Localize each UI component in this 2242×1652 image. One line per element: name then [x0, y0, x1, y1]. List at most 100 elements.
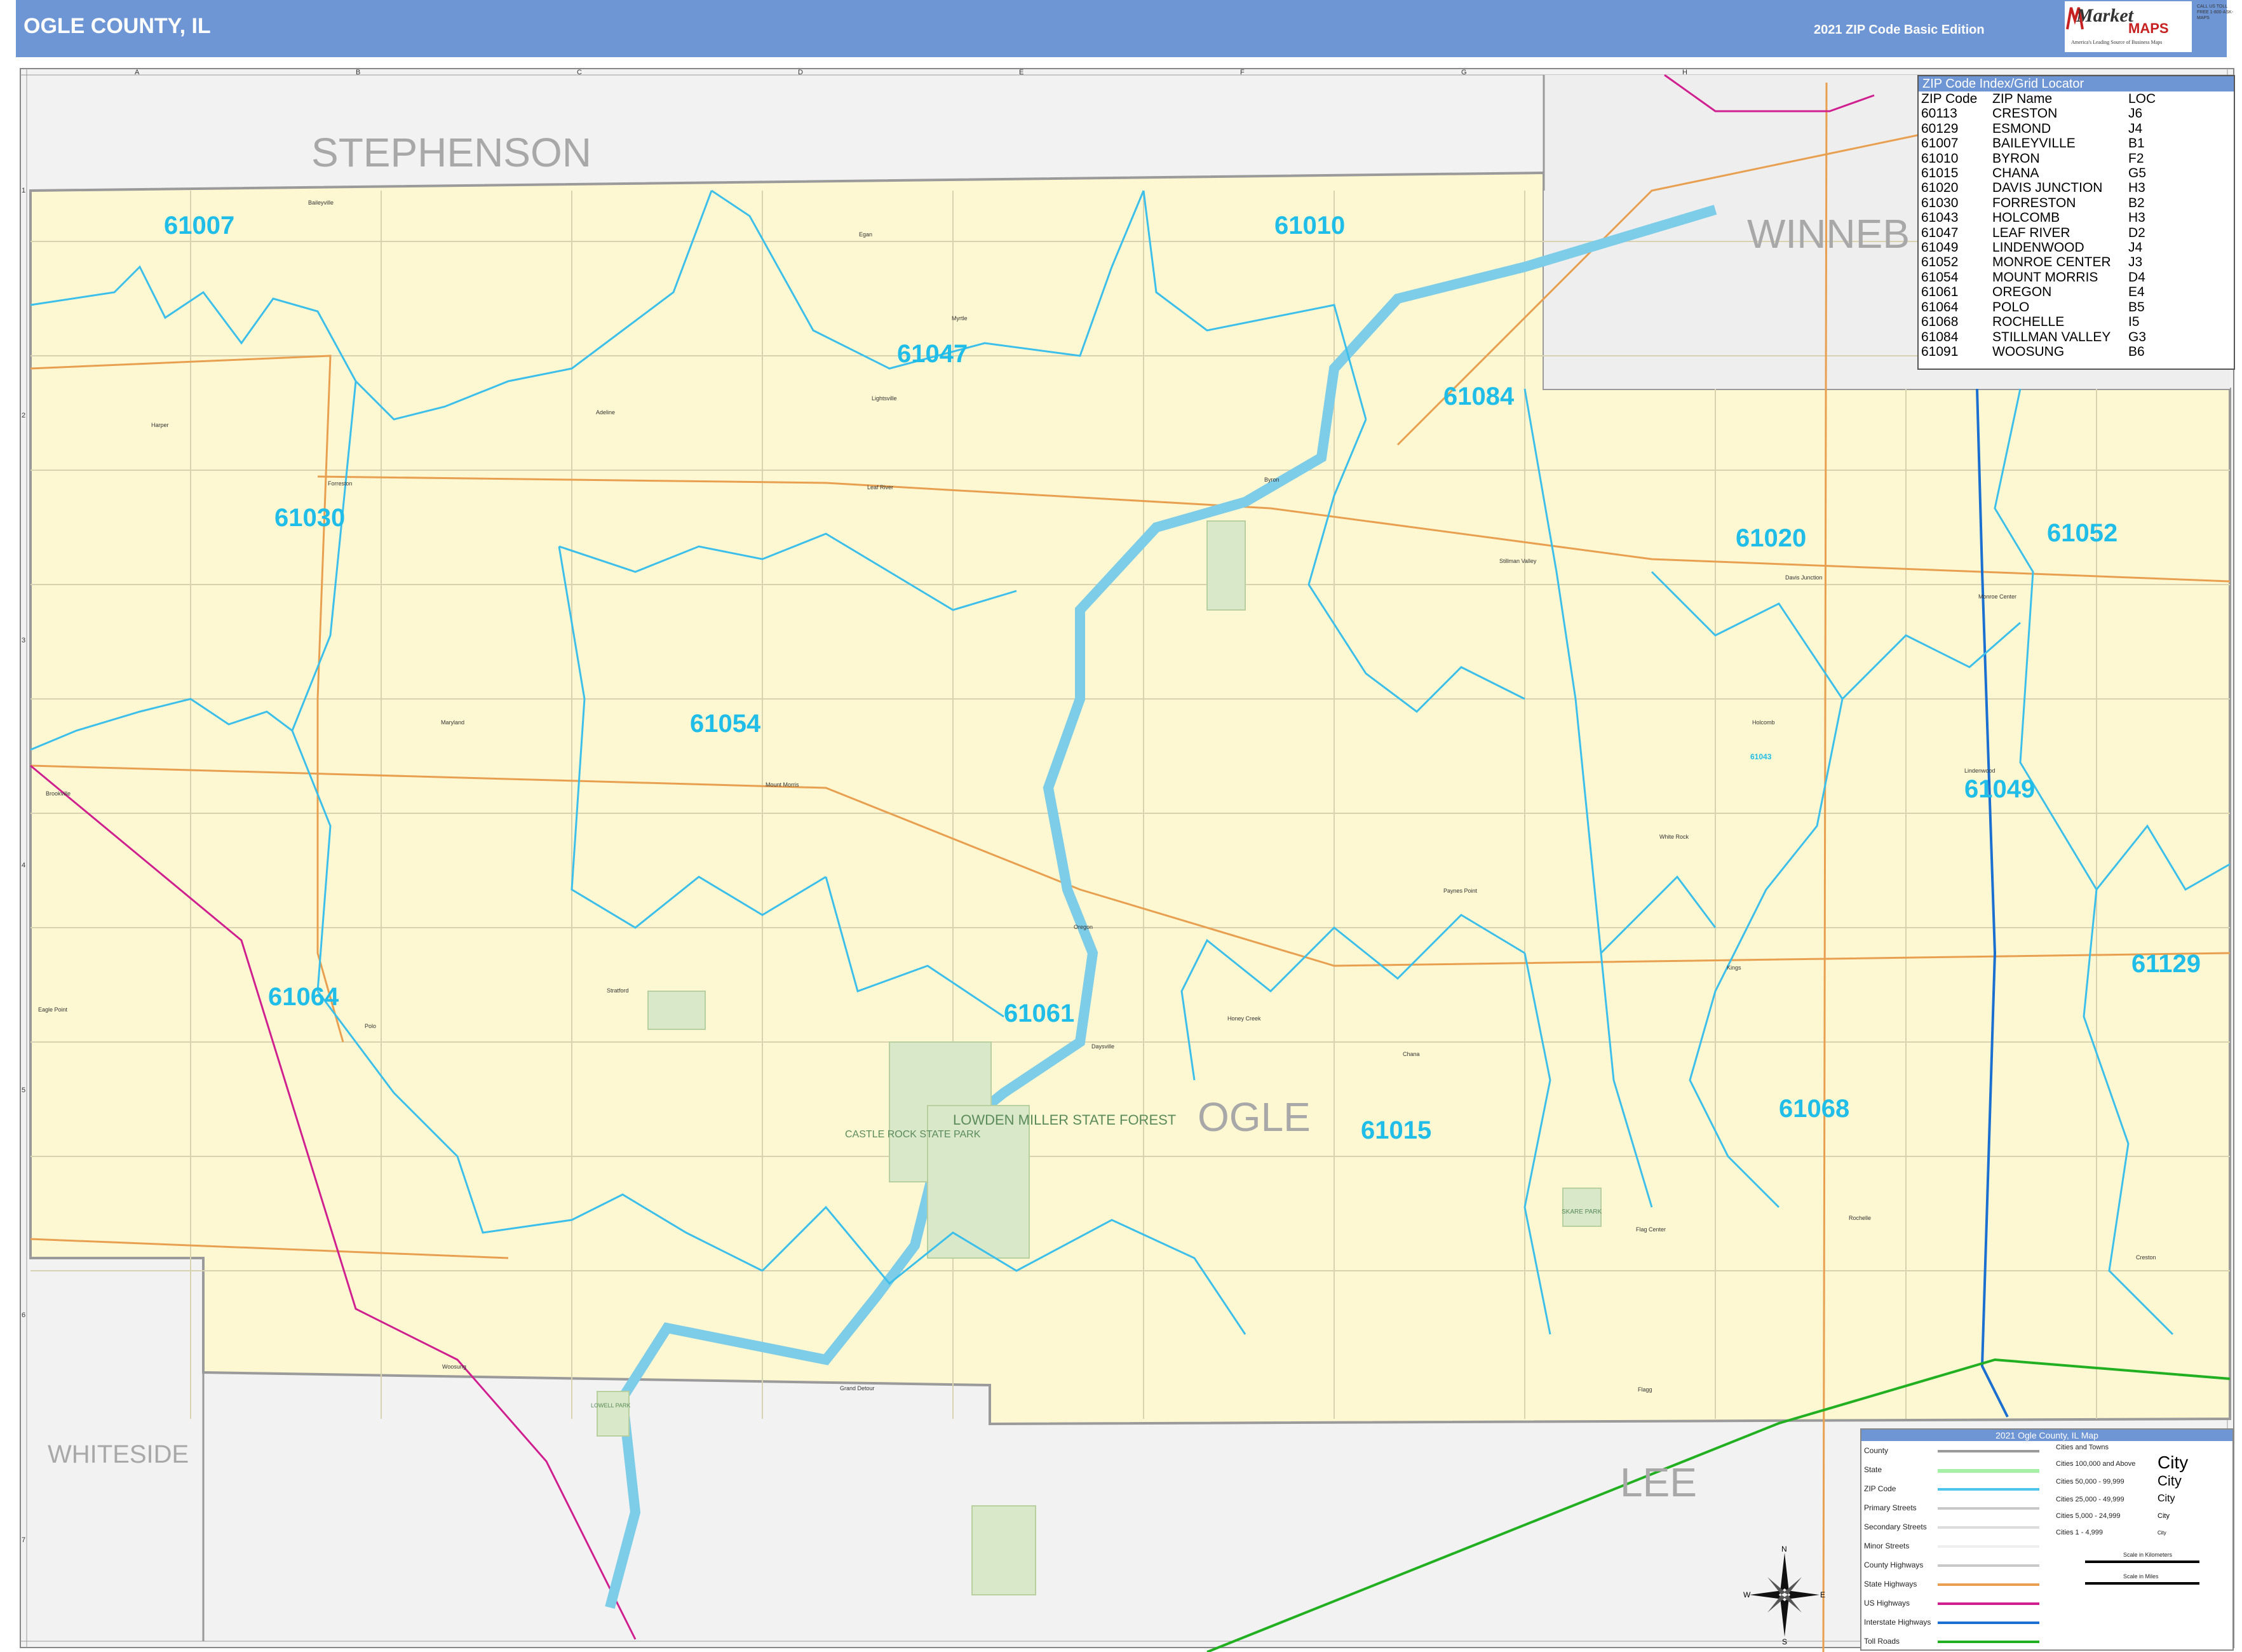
zip-index-row: 61064 POLO B5	[1921, 300, 2192, 315]
zip-label-61054: 61054	[690, 710, 761, 738]
town-label: Maryland	[441, 719, 464, 726]
zip-index-row: 61030 FORRESTON B2	[1921, 196, 2192, 210]
town-label: Flag Center	[1636, 1226, 1666, 1233]
zip-index-row: 61015 CHANA G5	[1921, 166, 2192, 180]
legend-city-class: Cities 1 - 4,999	[2056, 1529, 2103, 1536]
zip-label-61084: 61084	[1443, 383, 1515, 410]
legend-county: County	[1864, 1446, 1889, 1455]
zip-label-61015: 61015	[1361, 1116, 1431, 1144]
grid-col-h: H	[1682, 69, 1687, 76]
legend-city-sample: City	[2158, 1473, 2182, 1489]
zip-code: 61054	[1921, 269, 1959, 285]
zip-code: 60113	[1921, 106, 1957, 121]
zip-loc: I5	[2128, 315, 2140, 330]
zip-index-row: 61061 OREGON E4	[1921, 285, 2192, 299]
zip-name: WOOSUNG	[1992, 344, 2065, 359]
zip-loc: H3	[2128, 210, 2145, 226]
zip-index-row: 61047 LEAF RIVER D2	[1921, 226, 2192, 240]
legend-state-highways: State Highways	[1864, 1580, 1917, 1588]
zip-label-61047: 61047	[897, 340, 968, 368]
zip-name: MOUNT MORRIS	[1992, 269, 2098, 285]
town-label: Holcomb	[1752, 719, 1775, 726]
zip-loc: D4	[2128, 269, 2145, 285]
zip-code: 61064	[1921, 299, 1959, 315]
legend-county-highways: County Highways	[1864, 1561, 1924, 1569]
county-label-stephenson: STEPHENSON	[311, 130, 591, 175]
town-label: Kings	[1727, 965, 1741, 971]
zip-code: 61030	[1921, 195, 1959, 210]
zip-label-61052: 61052	[2047, 519, 2117, 547]
grid-col-f: F	[1240, 69, 1245, 76]
town-label: Polo	[365, 1023, 376, 1029]
town-label: Stratford	[607, 987, 629, 994]
town-label: Davis Junction	[1785, 574, 1823, 581]
zip-loc: B2	[2128, 195, 2145, 210]
zip-loc: G3	[2128, 329, 2147, 344]
legend-us-hwy-swatch	[1938, 1602, 2039, 1605]
zip-index-row: 61049 LINDENWOOD J4	[1921, 240, 2192, 255]
grid-row-7: 7	[22, 1536, 26, 1544]
county-map: STEPHENSON WINNEB OGLE WHITESIDE LEE 610…	[20, 68, 2234, 1652]
town-label: Monroe Center	[1978, 593, 2016, 600]
town-label: Mount Morris	[766, 782, 799, 788]
zip-loc: E4	[2128, 285, 2145, 300]
zip-code: 60129	[1921, 121, 1959, 136]
zip-name: DAVIS JUNCTION	[1992, 180, 2103, 196]
town-label: Paynes Point	[1443, 888, 1478, 894]
zip-label-61068: 61068	[1779, 1095, 1849, 1123]
legend-secondary-streets: Secondary Streets	[1864, 1522, 1927, 1531]
zip-name: POLO	[1992, 299, 2030, 315]
zip-code: 61043	[1921, 210, 1959, 226]
town-label: Grand Detour	[840, 1385, 875, 1391]
compass-w: W	[1743, 1590, 1751, 1599]
town-label: Flagg	[1638, 1386, 1652, 1393]
zip-name: CHANA	[1992, 166, 2039, 181]
grid-col-c: C	[577, 69, 582, 76]
zip-label-61010: 61010	[1274, 212, 1345, 240]
zip-index-row: 60113 CRESTON J6	[1921, 106, 2192, 121]
zip-label-61030: 61030	[274, 504, 345, 532]
town-label: Baileyville	[308, 200, 334, 206]
zip-loc: J4	[2128, 121, 2143, 136]
legend-primary-swatch	[1938, 1507, 2039, 1510]
legend-city-sample: City	[2158, 1512, 2170, 1520]
compass-n: N	[1781, 1545, 1787, 1554]
legend-city-class: Cities 5,000 - 24,999	[2056, 1512, 2121, 1520]
zip-code: 61010	[1921, 151, 1959, 166]
grid-col-b: B	[356, 69, 361, 76]
zip-loc: B1	[2128, 136, 2145, 151]
zip-name: FORRESTON	[1992, 195, 2076, 210]
legend-state: State	[1864, 1465, 1882, 1474]
zip-label-61129: 61129	[2131, 950, 2201, 978]
legend-county-swatch	[1938, 1450, 2039, 1452]
map-legend: 2021 Ogle County, IL Map County State ZI…	[1860, 1428, 2234, 1651]
legend-scale-km-bar	[2085, 1561, 2199, 1563]
legend-city-sample: City	[2158, 1530, 2166, 1536]
town-label: Adeline	[596, 409, 615, 416]
legend-minor-streets: Minor Streets	[1864, 1541, 1910, 1550]
zip-index-row: 61054 MOUNT MORRIS D4	[1921, 270, 2192, 285]
legend-state-hwy-swatch	[1938, 1583, 2039, 1586]
town-label: Eagle Point	[38, 1006, 68, 1013]
town-label: Stillman Valley	[1499, 558, 1537, 564]
zip-code: 61049	[1921, 240, 1959, 255]
county-label-ogle: OGLE	[1198, 1094, 1311, 1140]
zip-index-row: 60129 ESMOND J4	[1921, 121, 2192, 136]
legend-county-hwy-swatch	[1938, 1564, 2039, 1567]
town-label: Byron	[1264, 477, 1280, 483]
grid-row-5: 5	[22, 1087, 26, 1094]
grid-row-3: 3	[22, 637, 26, 644]
town-label: Brookville	[46, 790, 71, 797]
zip-name: MONROE CENTER	[1992, 255, 2111, 270]
grid-col-e: E	[1019, 69, 1024, 76]
town-label: White Rock	[1659, 834, 1689, 840]
zip-loc: G5	[2128, 166, 2147, 181]
park-label-castle-rock: CASTLE ROCK STATE PARK	[845, 1129, 981, 1140]
grid-col-a: A	[135, 69, 140, 76]
zip-label-61049: 61049	[1964, 775, 2035, 803]
zip-loc: J4	[2128, 240, 2143, 255]
grid-row-1: 1	[22, 187, 26, 194]
grid-col-g: G	[1461, 69, 1467, 76]
zip-index-row: 61068 ROCHELLE I5	[1921, 315, 2192, 329]
legend-scale-km: Scale in Kilometers	[2123, 1552, 2173, 1558]
